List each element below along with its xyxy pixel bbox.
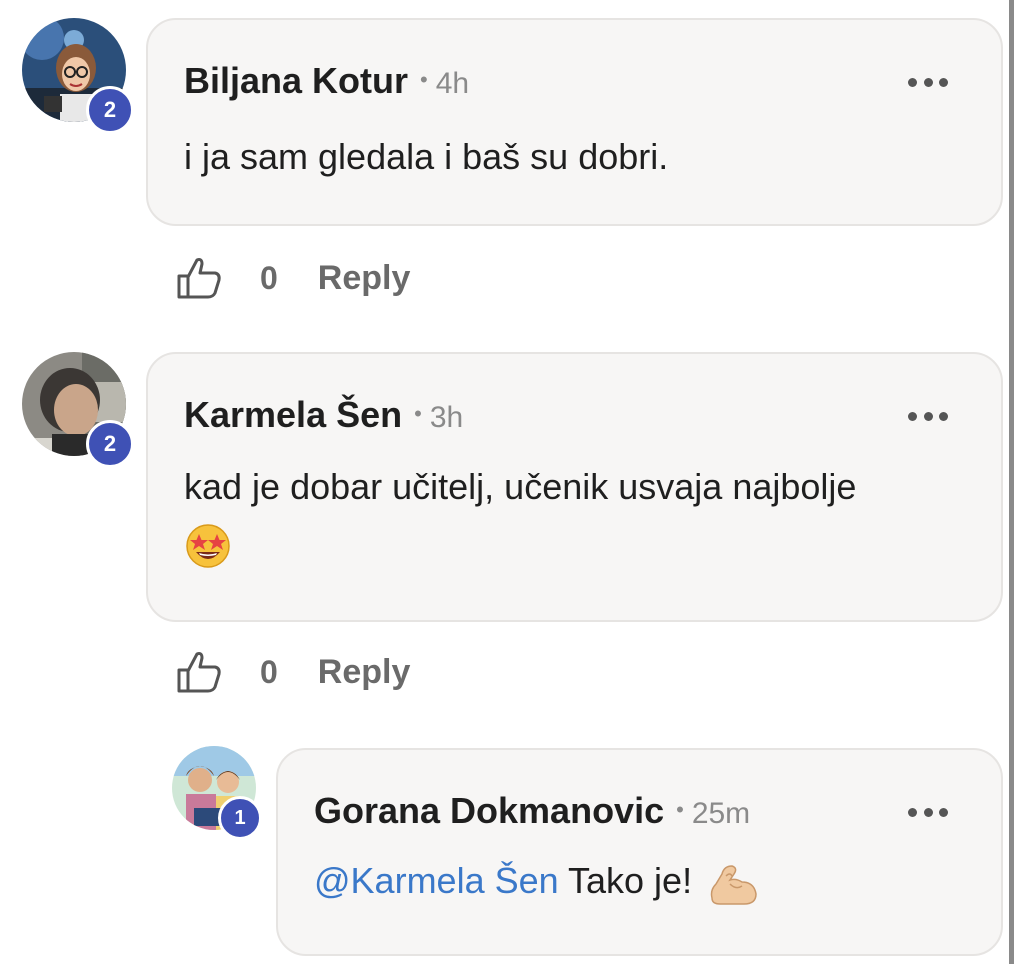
comment-text: i ja sam gledala i baš su dobri. xyxy=(184,136,669,177)
reply-button[interactable]: Reply xyxy=(318,653,411,692)
badge: 2 xyxy=(86,420,134,468)
flexed-biceps-emoji-icon xyxy=(710,865,757,906)
thumbs-up-icon xyxy=(177,652,221,693)
separator-dot: • xyxy=(414,401,422,426)
star-struck-emoji-icon xyxy=(186,524,230,569)
thumbs-up-icon xyxy=(177,258,221,299)
mention-link[interactable]: @Karmela Šen xyxy=(314,860,559,901)
separator-dot: • xyxy=(420,67,428,92)
more-options-icon[interactable] xyxy=(908,802,948,822)
separator-dot: • xyxy=(676,797,684,822)
comment-biljana: 2 Biljana Kotur • 4h i ja sam gledala i … xyxy=(0,0,1010,330)
comment-karmela: 2 Karmela Šen • 3h kad je dobar učitelj,… xyxy=(0,330,1010,730)
author-name[interactable]: Biljana Kotur xyxy=(184,60,408,102)
comment-text-content: kad je dobar učitelj, učenik usvaja najb… xyxy=(184,466,857,507)
timestamp[interactable]: 3h xyxy=(430,401,463,435)
like-count: 0 xyxy=(260,259,278,296)
timestamp[interactable]: 25m xyxy=(692,797,750,831)
like-count: 0 xyxy=(260,653,278,690)
more-options-icon[interactable] xyxy=(908,72,948,92)
avatar[interactable]: 2 xyxy=(22,352,134,468)
reply-button[interactable]: Reply xyxy=(318,259,411,298)
avatar[interactable]: 1 xyxy=(172,746,262,840)
comment-bubble: Karmela Šen • 3h kad je dobar učitelj, u… xyxy=(146,352,1003,622)
comment-bubble: Biljana Kotur • 4h i ja sam gledala i ba… xyxy=(146,18,1003,226)
timestamp[interactable]: 4h xyxy=(436,67,469,101)
badge: 1 xyxy=(218,796,262,840)
more-options-icon[interactable] xyxy=(908,406,948,426)
like-button[interactable] xyxy=(176,650,222,694)
comment-text-content: Tako je! xyxy=(568,860,693,901)
avatar[interactable]: 2 xyxy=(22,18,134,134)
comment-text: kad je dobar učitelj, učenik usvaja najb… xyxy=(184,460,984,570)
author-name[interactable]: Gorana Dokmanovic xyxy=(314,790,664,832)
comment-bubble: Gorana Dokmanovic • 25m @Karmela Šen Tak… xyxy=(276,748,1003,956)
comment-text: @Karmela Šen Tako je! xyxy=(314,854,758,908)
comment-gorana-reply: 1 Gorana Dokmanovic • 25m @Karmela Šen T… xyxy=(0,730,1010,964)
like-button[interactable] xyxy=(176,256,222,300)
author-name[interactable]: Karmela Šen xyxy=(184,394,402,436)
badge: 2 xyxy=(86,86,134,134)
